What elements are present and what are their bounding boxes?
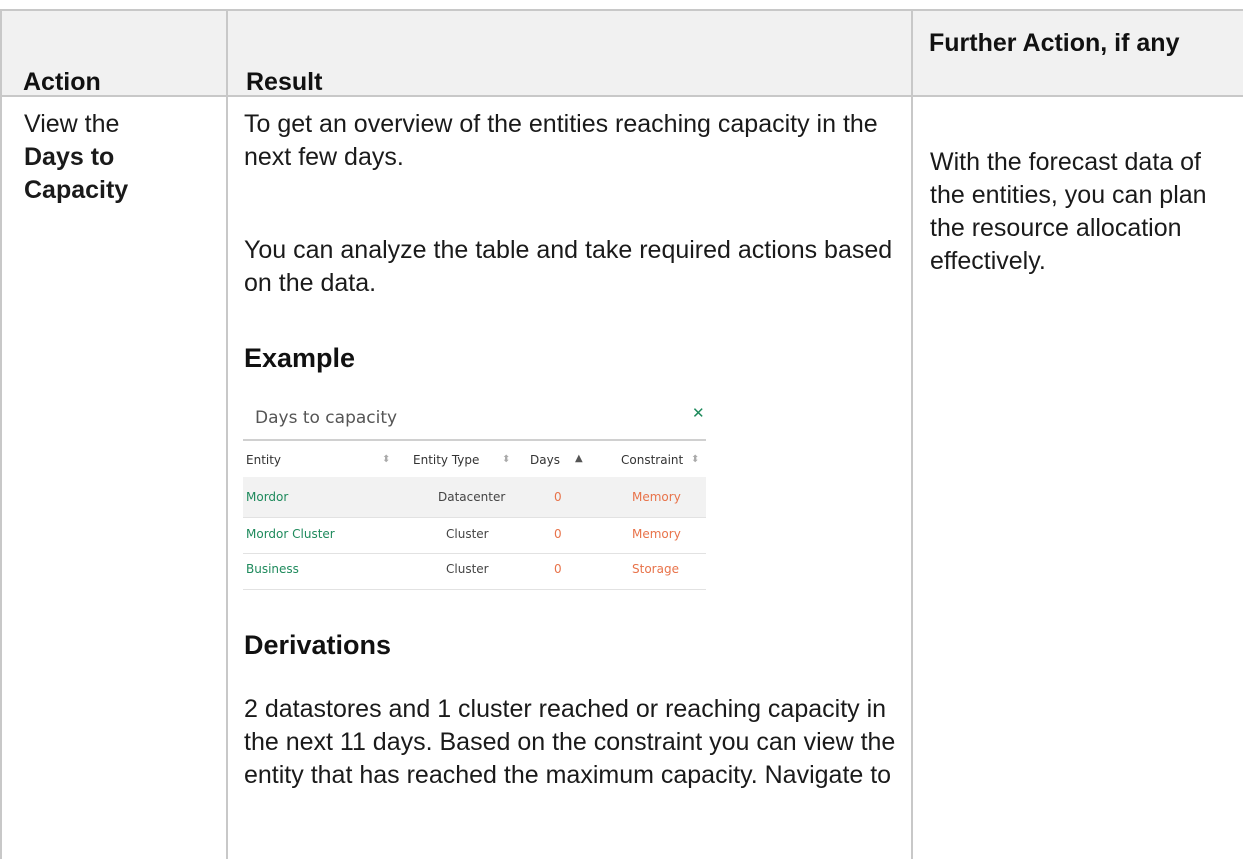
header-result: Result xyxy=(246,68,323,96)
action-cell: View the Days to Capacity xyxy=(24,108,214,207)
row-entity[interactable]: Business xyxy=(246,562,299,576)
row-entity-type: Datacenter xyxy=(438,490,506,504)
sort-icon[interactable]: ⬍ xyxy=(502,453,510,467)
column-divider-2 xyxy=(911,9,913,859)
derivations-paragraph: 2 datastores and 1 cluster reached or re… xyxy=(244,695,896,789)
further-action-text: With the forecast data of the entities, … xyxy=(930,148,1207,275)
header-further-action: Further Action, if any xyxy=(929,29,1180,57)
row-divider xyxy=(243,517,706,518)
row-entity[interactable]: Mordor xyxy=(246,490,288,504)
row-entity-type: Cluster xyxy=(446,562,489,576)
row-constraint: Memory xyxy=(632,527,681,541)
col-header-days[interactable]: Days xyxy=(530,453,560,467)
row-divider xyxy=(243,553,706,554)
action-line: View the xyxy=(24,110,120,138)
days-to-capacity-widget: Days to capacity ✕ Entity ⬍ Entity Type … xyxy=(228,398,706,594)
table-top-border xyxy=(0,9,1243,11)
document-table: Action Result Further Action, if any Vie… xyxy=(0,0,1243,859)
widget-header-top-line xyxy=(243,439,706,441)
close-icon[interactable]: ✕ xyxy=(692,404,705,422)
example-heading: Example xyxy=(244,343,356,373)
row-days: 0 xyxy=(554,490,562,504)
widget-title: Days to capacity xyxy=(255,408,398,428)
action-bold-label: Days to Capacity xyxy=(24,143,129,204)
derivations-heading: Derivations xyxy=(244,630,392,660)
col-header-entity-type[interactable]: Entity Type xyxy=(413,453,479,467)
col-header-entity[interactable]: Entity xyxy=(246,453,281,467)
col-header-constraint[interactable]: Constraint xyxy=(621,453,683,467)
row-constraint: Storage xyxy=(632,562,679,576)
result-paragraph-1: To get an overview of the entities reach… xyxy=(244,110,878,171)
table-left-border xyxy=(0,9,2,859)
row-entity[interactable]: Mordor Cluster xyxy=(246,527,335,541)
row-days: 0 xyxy=(554,527,562,541)
row-days: 0 xyxy=(554,562,562,576)
row-constraint: Memory xyxy=(632,490,681,504)
result-paragraph-2: You can analyze the table and take requi… xyxy=(244,236,893,297)
sort-icon[interactable]: ⬍ xyxy=(382,453,390,467)
sort-icon[interactable]: ⬍ xyxy=(691,453,699,467)
row-divider xyxy=(243,589,706,590)
row-entity-type: Cluster xyxy=(446,527,489,541)
header-bottom-border xyxy=(0,95,1243,97)
sort-ascending-icon[interactable]: ▲ xyxy=(575,452,583,466)
header-action: Action xyxy=(23,68,101,96)
